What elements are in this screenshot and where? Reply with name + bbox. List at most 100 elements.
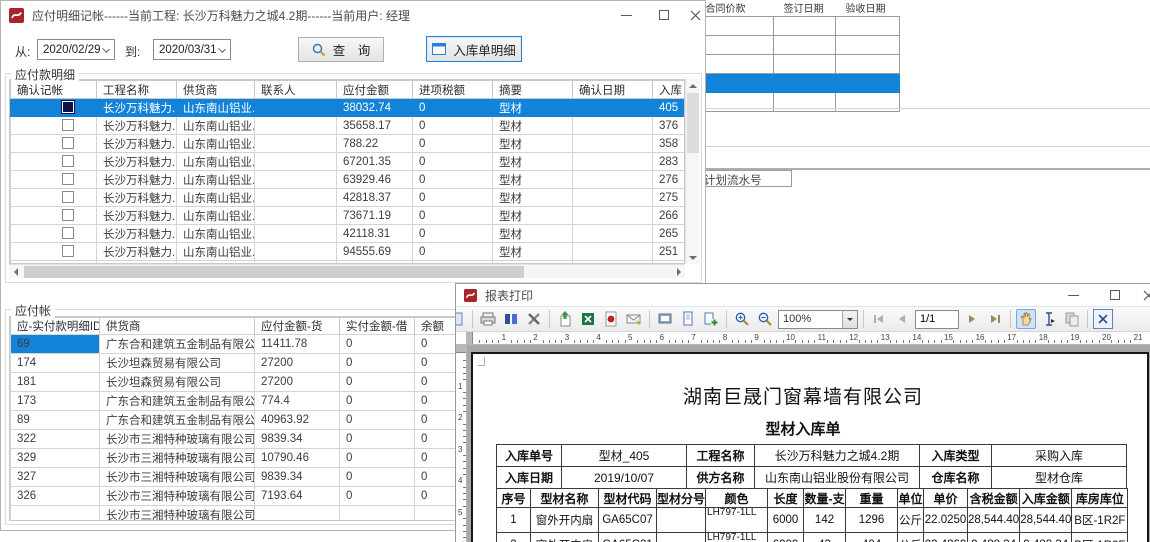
- scroll-up-button[interactable]: [686, 79, 700, 92]
- minimize-button[interactable]: [609, 1, 643, 29]
- ruler-tick: [745, 340, 746, 343]
- scrollbar-thumb[interactable]: [687, 93, 699, 153]
- scrollbar-thumb[interactable]: [24, 266, 524, 278]
- payable-account-row[interactable]: 322长沙市三湘特种玻璃有限公司9839.3400: [11, 430, 492, 449]
- print-icon[interactable]: [478, 309, 498, 329]
- column-header[interactable]: 供货商: [100, 318, 255, 335]
- query-button[interactable]: 查 询: [298, 37, 384, 62]
- cell: [255, 506, 340, 522]
- page-nav-input[interactable]: [915, 310, 959, 329]
- column-header[interactable]: 合同价款: [696, 0, 774, 17]
- payable-account-row[interactable]: 174长沙坦森贸易有限公司2720000: [11, 354, 492, 373]
- maximize-button[interactable]: [647, 1, 681, 29]
- summary-cell: 型材: [493, 153, 573, 171]
- ruler-tick: [675, 340, 676, 343]
- column-header[interactable]: 应-实付款明细ID: [11, 318, 100, 335]
- column-header[interactable]: 供货商: [177, 81, 255, 99]
- column-header[interactable]: 确认日期: [573, 81, 653, 99]
- report-detail-table: 序号型材名称型材代码型材分号颜色长度数量-支重量单位单价含税金额入库金额库房库位…: [496, 488, 1128, 542]
- payable-account-row[interactable]: 173广东合和建筑五金制品有限公司774.400: [11, 392, 492, 411]
- payable-account-row[interactable]: 长沙市三湘特种玻璃有限公司: [11, 506, 492, 522]
- payable-account-row[interactable]: 181长沙坦森贸易有限公司2720000: [11, 373, 492, 392]
- column-header[interactable]: 确认记帐: [11, 81, 97, 99]
- column-header[interactable]: 联系人: [255, 81, 337, 99]
- payable-account-row[interactable]: 69广东合和建筑五金制品有限公司11411.7800: [11, 335, 492, 354]
- cell: 长沙市三湘特种玻璃有限公司: [100, 430, 255, 449]
- confirm-checkbox[interactable]: [62, 191, 74, 203]
- background-table-row[interactable]: [696, 17, 900, 36]
- page-setup-icon[interactable]: [501, 309, 521, 329]
- background-table-row[interactable]: [696, 74, 900, 93]
- payable-account-row[interactable]: 327长沙市三湘特种玻璃有限公司9839.3400: [11, 468, 492, 487]
- payable-detail-row[interactable]: 长沙万科魅力...山东南山铝业...35658.170型材376: [11, 117, 686, 135]
- background-table-row[interactable]: [696, 55, 900, 74]
- minimize-button[interactable]: [1056, 284, 1090, 306]
- vertical-scrollbar[interactable]: [685, 79, 699, 264]
- payable-detail-row[interactable]: 长沙万科魅力...山东南山铝业...63929.460型材276: [11, 171, 686, 189]
- document-icon[interactable]: [456, 309, 467, 329]
- multi-page-icon[interactable]: [701, 309, 721, 329]
- close-preview-icon[interactable]: [1093, 309, 1113, 329]
- ruler-tick: [846, 340, 847, 343]
- scroll-down-button[interactable]: [686, 251, 700, 264]
- payable-account-row[interactable]: 329长沙市三湘特种玻璃有限公司10790.4600: [11, 449, 492, 468]
- column-header[interactable]: 应付金额-货: [255, 318, 340, 335]
- inbound-detail-button[interactable]: 入库单明细: [426, 36, 522, 62]
- confirm-checkbox[interactable]: [62, 173, 74, 185]
- ruler-tick: [719, 340, 720, 343]
- window1-titlebar[interactable]: 应付明细记帐------当前工程: 长沙万科魅力之城4.2期------当前用户…: [1, 1, 705, 29]
- confirm-checkbox[interactable]: [62, 119, 74, 131]
- column-header[interactable]: 入库: [653, 81, 686, 99]
- email-icon[interactable]: [624, 309, 644, 329]
- confirm-checkbox[interactable]: [62, 209, 74, 221]
- next-page-icon[interactable]: [962, 309, 982, 329]
- from-date-combo[interactable]: 2020/02/29: [37, 39, 115, 60]
- payable-account-row[interactable]: 326长沙市三湘特种玻璃有限公司7193.6400: [11, 487, 492, 506]
- payable-detail-row[interactable]: 长沙万科魅力...山东南山铝业...38032.740型材405: [11, 99, 686, 117]
- payable-detail-row[interactable]: 长沙万科魅力...山东南山铝业...73671.190型材266: [11, 207, 686, 225]
- column-header[interactable]: 实付金额-借: [340, 318, 415, 335]
- confirm-checkbox[interactable]: [62, 155, 74, 167]
- prev-page-icon[interactable]: [892, 309, 912, 329]
- payable-detail-row[interactable]: 长沙万科魅力...山东南山铝业...42118.310型材265: [11, 225, 686, 243]
- maximize-button[interactable]: [1098, 284, 1132, 306]
- single-page-icon[interactable]: [678, 309, 698, 329]
- payable-account-row[interactable]: 89广东合和建筑五金制品有限公司40963.9200: [11, 411, 492, 430]
- column-header[interactable]: 工程名称: [97, 81, 177, 99]
- zoom-out-icon[interactable]: [755, 309, 775, 329]
- last-page-icon[interactable]: [985, 309, 1005, 329]
- column-header[interactable]: 应付金额: [337, 81, 413, 99]
- close-button[interactable]: [683, 1, 707, 29]
- column-header[interactable]: 签订日期: [774, 0, 836, 17]
- column-header[interactable]: 验收日期: [836, 0, 900, 17]
- scroll-right-button[interactable]: [672, 265, 685, 279]
- hand-tool-icon[interactable]: [1016, 309, 1036, 329]
- confirm-checkbox[interactable]: [62, 227, 74, 239]
- zoom-in-icon[interactable]: [732, 309, 752, 329]
- export-icon[interactable]: [555, 309, 575, 329]
- horizontal-scrollbar[interactable]: [9, 264, 685, 278]
- payable-detail-row[interactable]: 长沙万科魅力...山东南山铝业...788.220型材358: [11, 135, 686, 153]
- report-window-titlebar[interactable]: 报表打印: [456, 284, 1150, 306]
- cell: 长沙坦森贸易有限公司: [100, 373, 255, 392]
- payable-detail-row[interactable]: 长沙万科魅力...山东南山铝业...42818.370型材275: [11, 189, 686, 207]
- zoom-level-combo[interactable]: 100%: [778, 310, 858, 329]
- print-setup-icon[interactable]: [655, 309, 675, 329]
- column-header[interactable]: 摘要: [493, 81, 573, 99]
- export-pdf-icon[interactable]: [601, 309, 621, 329]
- to-date-combo[interactable]: 2020/03/31: [153, 39, 231, 60]
- confirm-checkbox[interactable]: [62, 101, 74, 113]
- options-icon[interactable]: [524, 309, 544, 329]
- confirm-checkbox[interactable]: [62, 137, 74, 149]
- export-excel-icon[interactable]: [578, 309, 598, 329]
- close-button[interactable]: [1140, 284, 1150, 306]
- first-page-icon[interactable]: [869, 309, 889, 329]
- column-header[interactable]: 进项税额: [413, 81, 493, 99]
- text-select-tool-icon[interactable]: [1039, 309, 1059, 329]
- payable-detail-row[interactable]: 长沙万科魅力...山东南山铝业...94555.690型材251: [11, 243, 686, 261]
- background-table-row[interactable]: [696, 36, 900, 55]
- confirm-checkbox[interactable]: [62, 245, 74, 257]
- payable-detail-row[interactable]: 长沙万科魅力...山东南山铝业...67201.350型材283: [11, 153, 686, 171]
- scroll-left-button[interactable]: [9, 265, 22, 279]
- copy-icon[interactable]: [1062, 309, 1082, 329]
